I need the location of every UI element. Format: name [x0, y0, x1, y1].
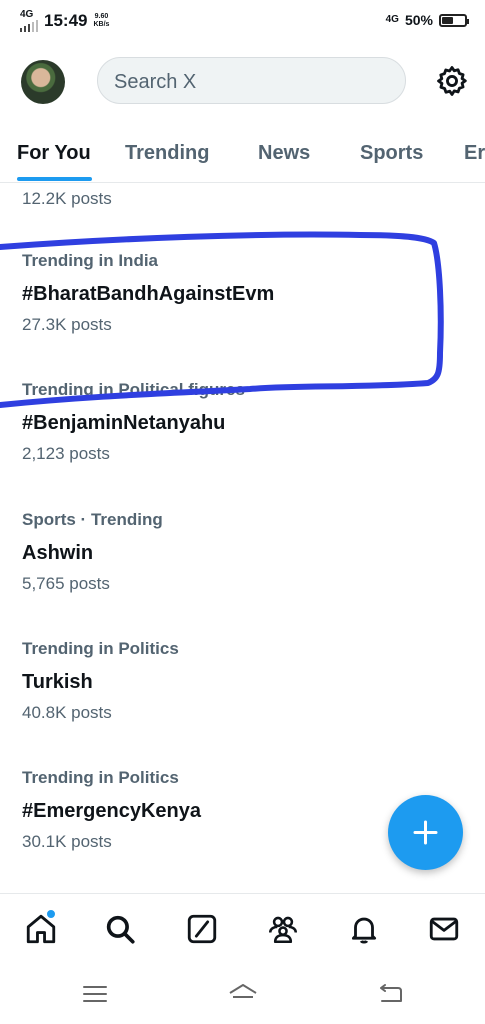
status-left: 4G 15:49 9.60 KB/s [20, 10, 109, 32]
network-type-right: 4G [385, 14, 399, 25]
trend-title: Ashwin [22, 542, 94, 564]
trend-posts-count: 5,765 posts [22, 574, 110, 593]
nav-grok[interactable] [185, 912, 219, 946]
trend-posts-count: 27.3K posts [22, 315, 112, 334]
tab-sports[interactable]: Sports [360, 142, 423, 165]
menu-icon [83, 986, 107, 1002]
trend-item[interactable]: Sports · Trending Ashwin 5,765 posts [22, 510, 452, 594]
network-indicator: 4G [20, 10, 38, 32]
status-right: 4G 50% [385, 12, 469, 28]
battery-icon [439, 13, 469, 27]
trend-context: Trending in Politics [22, 639, 179, 658]
settings-icon[interactable] [435, 64, 469, 98]
tab-trending[interactable]: Trending [125, 142, 209, 165]
trend-title: #BharatBandhAgainstEvm [22, 283, 275, 305]
home-icon [229, 984, 257, 998]
trends-feed: 12.2K posts Trending in India #BharatBan… [0, 183, 485, 893]
tab-bar: For You Trending News Sports Er [0, 125, 485, 183]
nav-notifications[interactable] [347, 912, 381, 946]
bottom-nav [0, 893, 485, 966]
home-badge [46, 909, 56, 919]
notifications-icon [351, 917, 377, 944]
system-menu-button[interactable] [80, 981, 110, 1007]
system-home-button[interactable] [227, 981, 257, 1007]
avatar[interactable] [21, 60, 65, 104]
nav-communities[interactable] [266, 912, 300, 946]
trend-context: Sports · Trending [22, 510, 163, 529]
active-tab-indicator [17, 177, 92, 181]
trend-title: Turkish [22, 671, 93, 693]
search-icon [106, 915, 135, 944]
status-bar: 4G 15:49 9.60 KB/s 4G 50% [0, 0, 485, 44]
network-type: 4G [20, 9, 34, 20]
trend-posts-count: 12.2K posts [22, 189, 112, 208]
speed-unit: KB/s [93, 21, 110, 28]
tab-entertainment[interactable]: Er [464, 142, 485, 165]
speed-value: 9.60 [94, 13, 109, 20]
battery-percent: 50% [404, 12, 433, 28]
nav-messages[interactable] [427, 912, 461, 946]
search-input[interactable]: Search X [97, 57, 406, 104]
network-speed: 9.60 KB/s [93, 13, 109, 29]
trend-context: Trending in Politics [22, 768, 179, 787]
grok-icon [187, 914, 217, 944]
trend-item[interactable]: Trending in Politics Turkish 40.8K posts [22, 639, 452, 723]
trend-item[interactable]: Trending in Political figures #BenjaminN… [22, 380, 452, 464]
compose-button[interactable] [388, 795, 463, 870]
messages-icon [429, 917, 459, 941]
search-placeholder: Search X [114, 71, 197, 93]
trend-context: Trending in India [22, 251, 158, 270]
trend-item[interactable]: Trending in India #BharatBandhAgainstEvm… [22, 251, 452, 335]
plus-icon [413, 820, 438, 845]
trend-posts-count: 40.8K posts [22, 703, 112, 722]
tab-news[interactable]: News [258, 142, 310, 165]
system-back-button[interactable] [376, 981, 406, 1007]
trend-posts-count: 2,123 posts [22, 444, 110, 463]
nav-search[interactable] [103, 912, 137, 946]
back-icon [380, 984, 402, 1002]
system-nav [0, 965, 485, 1024]
trend-title: #BenjaminNetanyahu [22, 412, 226, 434]
tab-for-you[interactable]: For You [17, 142, 91, 165]
signal-icon [20, 20, 38, 32]
communities-icon [268, 916, 298, 944]
trend-context: Trending in Political figures [22, 380, 245, 399]
clock: 15:49 [44, 11, 88, 30]
